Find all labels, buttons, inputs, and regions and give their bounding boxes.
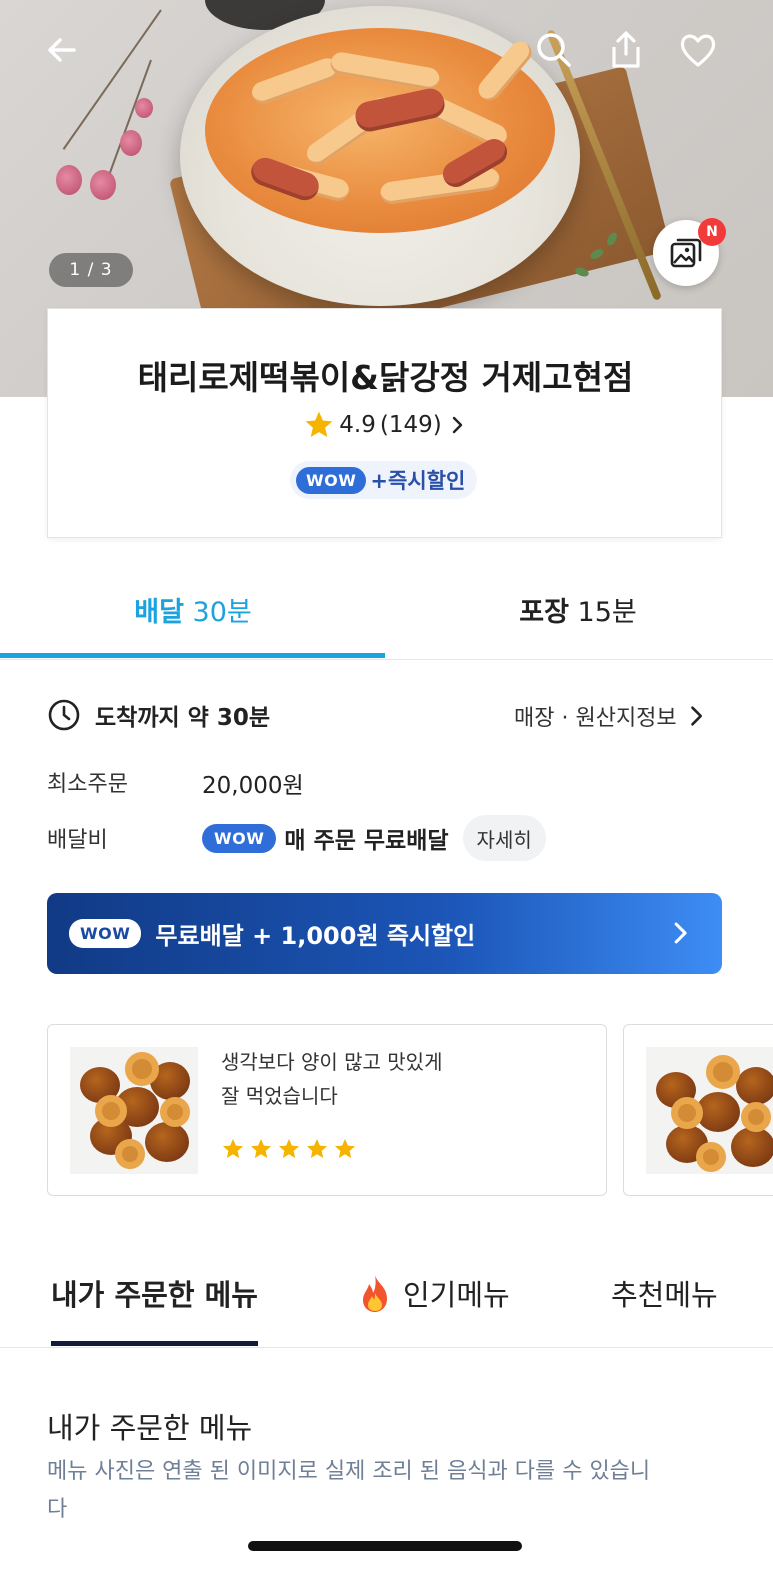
- dried-flower: [56, 165, 82, 195]
- rating-link[interactable]: 4.9 (149): [48, 409, 723, 441]
- review-stars: [221, 1137, 357, 1161]
- dried-flower: [135, 98, 153, 118]
- min-order-label: 최소주문: [47, 772, 128, 797]
- tab-delivery-time: 30분: [192, 597, 252, 628]
- tab-pickup-time: 15분: [577, 597, 637, 628]
- wow-discount-badge: WOW +즉시할인: [290, 461, 478, 499]
- chevron-right-icon: [674, 922, 687, 944]
- delivery-fee-value-row: WOW 매 주문 무료배달 자세히: [202, 815, 546, 861]
- fish-cake: [706, 1055, 740, 1089]
- back-button[interactable]: [34, 22, 90, 78]
- favorite-button[interactable]: [670, 22, 726, 78]
- tab-delivery[interactable]: 배달 30분: [0, 590, 386, 629]
- delivery-fee-value: 매 주문 무료배달: [284, 828, 449, 854]
- review-photo: [646, 1047, 773, 1174]
- star-icon: [223, 1139, 243, 1158]
- fish-cake: [95, 1095, 127, 1127]
- review-text-line: 잘 먹었습니다: [221, 1084, 338, 1108]
- active-tab-indicator: [51, 1341, 258, 1346]
- wow-label: WOW: [69, 919, 142, 948]
- star-icon: [305, 411, 333, 437]
- section-title: 내가 주문한 메뉴: [47, 1411, 253, 1445]
- star-icon: [335, 1139, 355, 1158]
- tab-popular-menu-label: 인기메뉴: [403, 1278, 510, 1312]
- dried-flower: [120, 130, 142, 156]
- tab-pickup-label: 포장: [519, 597, 569, 628]
- fish-cake: [696, 1142, 726, 1172]
- wow-membership-banner[interactable]: WOW 무료배달 + 1,000원 즉시할인: [47, 893, 722, 974]
- review-text: 생각보다 양이 많고 맛있게 잘 먹었습니다: [221, 1045, 491, 1113]
- search-button[interactable]: [526, 22, 582, 78]
- arrival-time: 도착까지 약 30분: [47, 698, 270, 732]
- store-info-link-label: 매장 · 원산지정보: [514, 706, 677, 731]
- new-badge: N: [698, 218, 726, 246]
- star-icon: [279, 1139, 299, 1158]
- chevron-right-icon: [690, 706, 702, 726]
- star-icon: [251, 1139, 271, 1158]
- dried-flower: [90, 170, 116, 200]
- store-info-card: 태리로제떡볶이&닭강정 거제고현점 4.9 (149) WOW +즉시할인: [47, 308, 722, 538]
- fish-cake: [115, 1139, 145, 1169]
- search-icon: [537, 33, 571, 67]
- review-card[interactable]: 생각보다 양이 많고 맛있게 잘 먹었습니다: [47, 1024, 607, 1196]
- rating-value: 4.9: [339, 412, 376, 438]
- detail-button[interactable]: 자세히: [462, 815, 546, 861]
- tab-recommended-menu[interactable]: 추천메뉴: [611, 1272, 718, 1314]
- delivery-fee-label: 배달비: [47, 828, 108, 853]
- clock-icon: [48, 699, 80, 731]
- review-text-line: 생각보다 양이 많고 맛있게: [221, 1050, 443, 1074]
- min-order-value: 20,000원: [202, 773, 304, 799]
- tab-pickup[interactable]: 포장 15분: [385, 590, 771, 629]
- divider: [0, 1347, 773, 1348]
- review-card[interactable]: [623, 1024, 773, 1196]
- photo-counter: 1 / 3: [49, 253, 133, 287]
- review-photo: [70, 1047, 198, 1174]
- home-indicator[interactable]: [248, 1541, 522, 1551]
- photo-gallery-icon: [670, 238, 702, 268]
- store-origin-info-link[interactable]: 매장 · 원산지정보: [514, 700, 709, 732]
- heart-icon: [680, 34, 716, 67]
- fried-chicken: [736, 1067, 773, 1105]
- promo-text: +즉시할인: [370, 469, 466, 493]
- tab-my-orders[interactable]: 내가 주문한 메뉴: [51, 1272, 258, 1314]
- fried-chicken: [145, 1122, 189, 1162]
- fish-cake: [741, 1102, 771, 1132]
- review-count: (149): [379, 412, 442, 438]
- tab-popular-menu[interactable]: 인기메뉴: [357, 1272, 510, 1314]
- divider: [0, 659, 773, 660]
- fried-chicken: [731, 1127, 773, 1167]
- share-button[interactable]: [598, 22, 654, 78]
- star-icon: [307, 1139, 327, 1158]
- wow-label: WOW: [202, 823, 277, 853]
- active-tab-indicator: [0, 653, 385, 658]
- fish-cake: [160, 1097, 190, 1127]
- tab-delivery-label: 배달: [134, 597, 184, 628]
- fire-icon: [363, 1275, 387, 1312]
- arrow-left-icon: [48, 38, 76, 62]
- chevron-right-icon: [452, 416, 462, 434]
- arrival-text: 도착까지 약 30분: [95, 705, 270, 731]
- store-name: 태리로제떡볶이&닭강정 거제고현점: [137, 358, 634, 397]
- fish-cake: [671, 1097, 703, 1129]
- fish-cake: [125, 1052, 159, 1086]
- wow-label: WOW: [296, 466, 367, 494]
- menu-photo-disclaimer: 메뉴 사진은 연출 된 이미지로 실제 조리 된 음식과 다를 수 있습니다: [47, 1459, 651, 1522]
- banner-text: 무료배달 + 1,000원 즉시할인: [155, 922, 476, 950]
- share-icon: [612, 31, 640, 68]
